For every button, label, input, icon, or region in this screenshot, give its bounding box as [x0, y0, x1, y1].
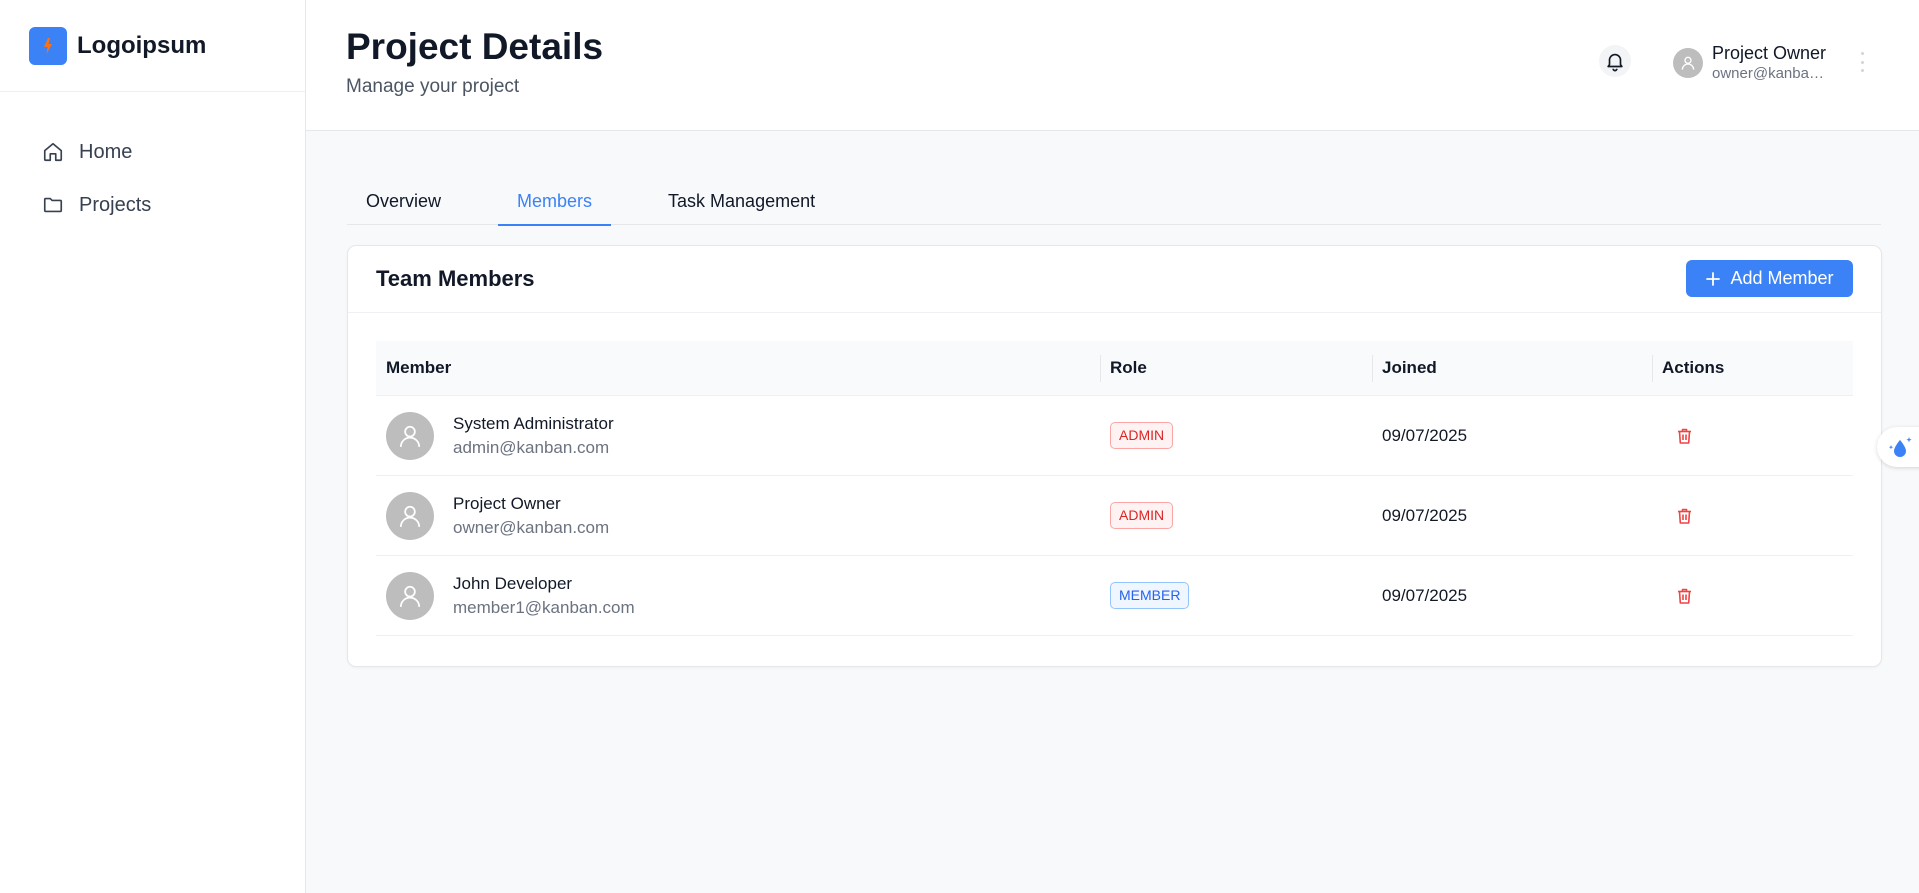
page-title: Project Details [346, 26, 604, 67]
team-members-card: Team Members Add Member Member Role Join… [347, 245, 1882, 667]
brand-name: Logoipsum [77, 31, 207, 59]
notification-button[interactable] [1599, 45, 1631, 77]
brand[interactable]: Logoipsum [0, 0, 305, 92]
sparkle-drop-icon [1888, 437, 1912, 457]
user-icon [399, 425, 421, 447]
avatar [1673, 48, 1703, 78]
folder-icon [42, 194, 64, 216]
bell-icon [1607, 53, 1623, 72]
user-name: Project Owner [1712, 43, 1827, 63]
page-subtitle: Manage your project [346, 76, 520, 97]
home-icon [42, 141, 64, 163]
joined-date: 09/07/2025 [1382, 425, 1468, 445]
avatar [386, 571, 434, 620]
avatar [386, 491, 434, 540]
table-row: System Administrator admin@kanban.com AD… [376, 396, 1853, 476]
member-email: owner@kanban.com [453, 517, 610, 537]
add-member-label: Add Member [1730, 268, 1834, 288]
table-header: Member Role Joined Actions [376, 341, 1853, 396]
logo-icon [29, 26, 67, 65]
sidebar-item-home[interactable]: Home [0, 132, 305, 172]
avatar [386, 411, 434, 460]
trash-icon [1677, 428, 1691, 444]
delete-button[interactable] [1675, 427, 1693, 445]
floating-assistant-button[interactable] [1877, 427, 1919, 467]
trash-icon [1677, 508, 1691, 524]
sidebar: Logoipsum Home Projects [0, 0, 306, 893]
tab-task-management[interactable]: Task Management [649, 178, 834, 225]
user-menu[interactable]: Project Owner owner@kanban.com [1673, 42, 1826, 84]
tab-members[interactable]: Members [498, 178, 612, 226]
more-options-icon[interactable] [1856, 52, 1868, 72]
card-title: Team Members [376, 266, 535, 291]
member-email: member1@kanban.com [453, 597, 635, 617]
column-header-member: Member [386, 358, 452, 377]
user-icon [399, 505, 421, 527]
plus-icon [1705, 271, 1721, 287]
card-header: Team Members Add Member [348, 246, 1881, 313]
member-name: John Developer [453, 573, 573, 593]
role-badge: ADMIN [1110, 502, 1174, 529]
sidebar-item-projects[interactable]: Projects [0, 185, 305, 225]
sidebar-item-label: Home [79, 140, 133, 163]
user-icon [1681, 56, 1695, 70]
member-name: Project Owner [453, 493, 561, 513]
tab-bar: Overview Members Task Management [347, 178, 1881, 226]
sidebar-nav: Home Projects [0, 92, 305, 225]
sidebar-item-label: Projects [79, 193, 152, 216]
delete-button[interactable] [1675, 507, 1693, 525]
role-badge: MEMBER [1110, 582, 1190, 609]
user-icon [399, 585, 421, 607]
joined-date: 09/07/2025 [1382, 505, 1468, 525]
column-header-role: Role [1100, 341, 1372, 396]
add-member-button[interactable]: Add Member [1686, 260, 1853, 297]
members-table: Member Role Joined Actions System Admini… [376, 341, 1853, 636]
role-badge: ADMIN [1110, 422, 1174, 449]
delete-button[interactable] [1675, 587, 1693, 605]
column-header-joined: Joined [1372, 341, 1652, 396]
user-email: owner@kanban.com [1712, 65, 1825, 82]
tab-overview[interactable]: Overview [347, 178, 460, 225]
member-email: admin@kanban.com [453, 437, 610, 457]
trash-icon [1677, 588, 1691, 604]
page-header: Project Details Manage your project Proj… [306, 0, 1919, 131]
table-row: John Developer member1@kanban.com MEMBER… [376, 556, 1853, 636]
column-header-actions: Actions [1652, 341, 1853, 396]
joined-date: 09/07/2025 [1382, 585, 1468, 605]
table-row: Project Owner owner@kanban.com ADMIN 09/… [376, 476, 1853, 556]
member-name: System Administrator [453, 413, 614, 433]
